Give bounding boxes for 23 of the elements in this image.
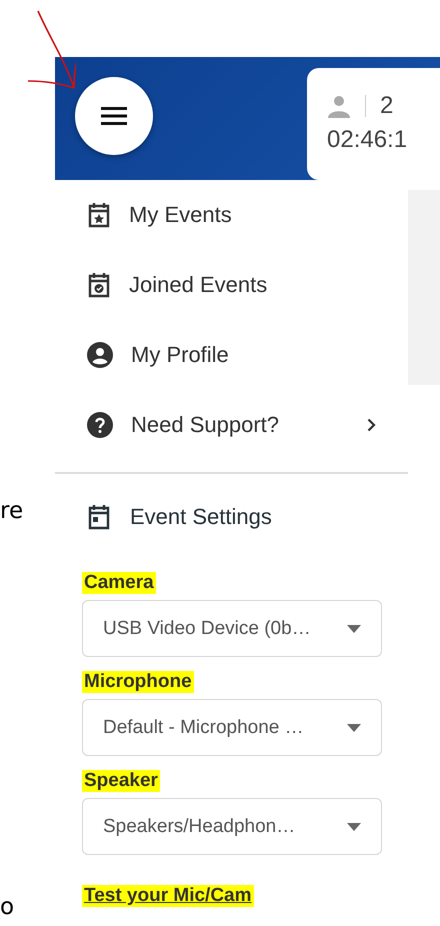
calendar-check-icon [87, 272, 111, 298]
menu-button[interactable] [75, 77, 153, 155]
caret-icon [347, 624, 361, 632]
field-label: Speaker [82, 770, 160, 792]
device-dropdown[interactable]: Speakers/Headphon… [82, 798, 382, 855]
account-circle-icon [87, 342, 113, 368]
menu-icon [101, 107, 127, 125]
help-icon [87, 412, 113, 438]
calendar-icon [88, 504, 110, 530]
section-title: Event Settings [130, 504, 272, 530]
test-link[interactable]: Test your Mic/Cam [82, 885, 254, 907]
field-label: Microphone [82, 671, 194, 693]
person-icon [327, 94, 351, 118]
timer-text: 02:46:1 [327, 126, 408, 154]
caret-icon [347, 724, 361, 732]
background-text: o [0, 894, 16, 920]
calendar-star-icon [87, 202, 111, 228]
caret-icon [347, 822, 361, 830]
field-label: Camera [82, 572, 156, 594]
participant-count: 2 [380, 92, 394, 120]
device-dropdown[interactable]: Default - Microphone … [82, 699, 382, 756]
background-text: re [0, 498, 24, 524]
device-dropdown[interactable]: USB Video Device (0b… [82, 600, 382, 657]
